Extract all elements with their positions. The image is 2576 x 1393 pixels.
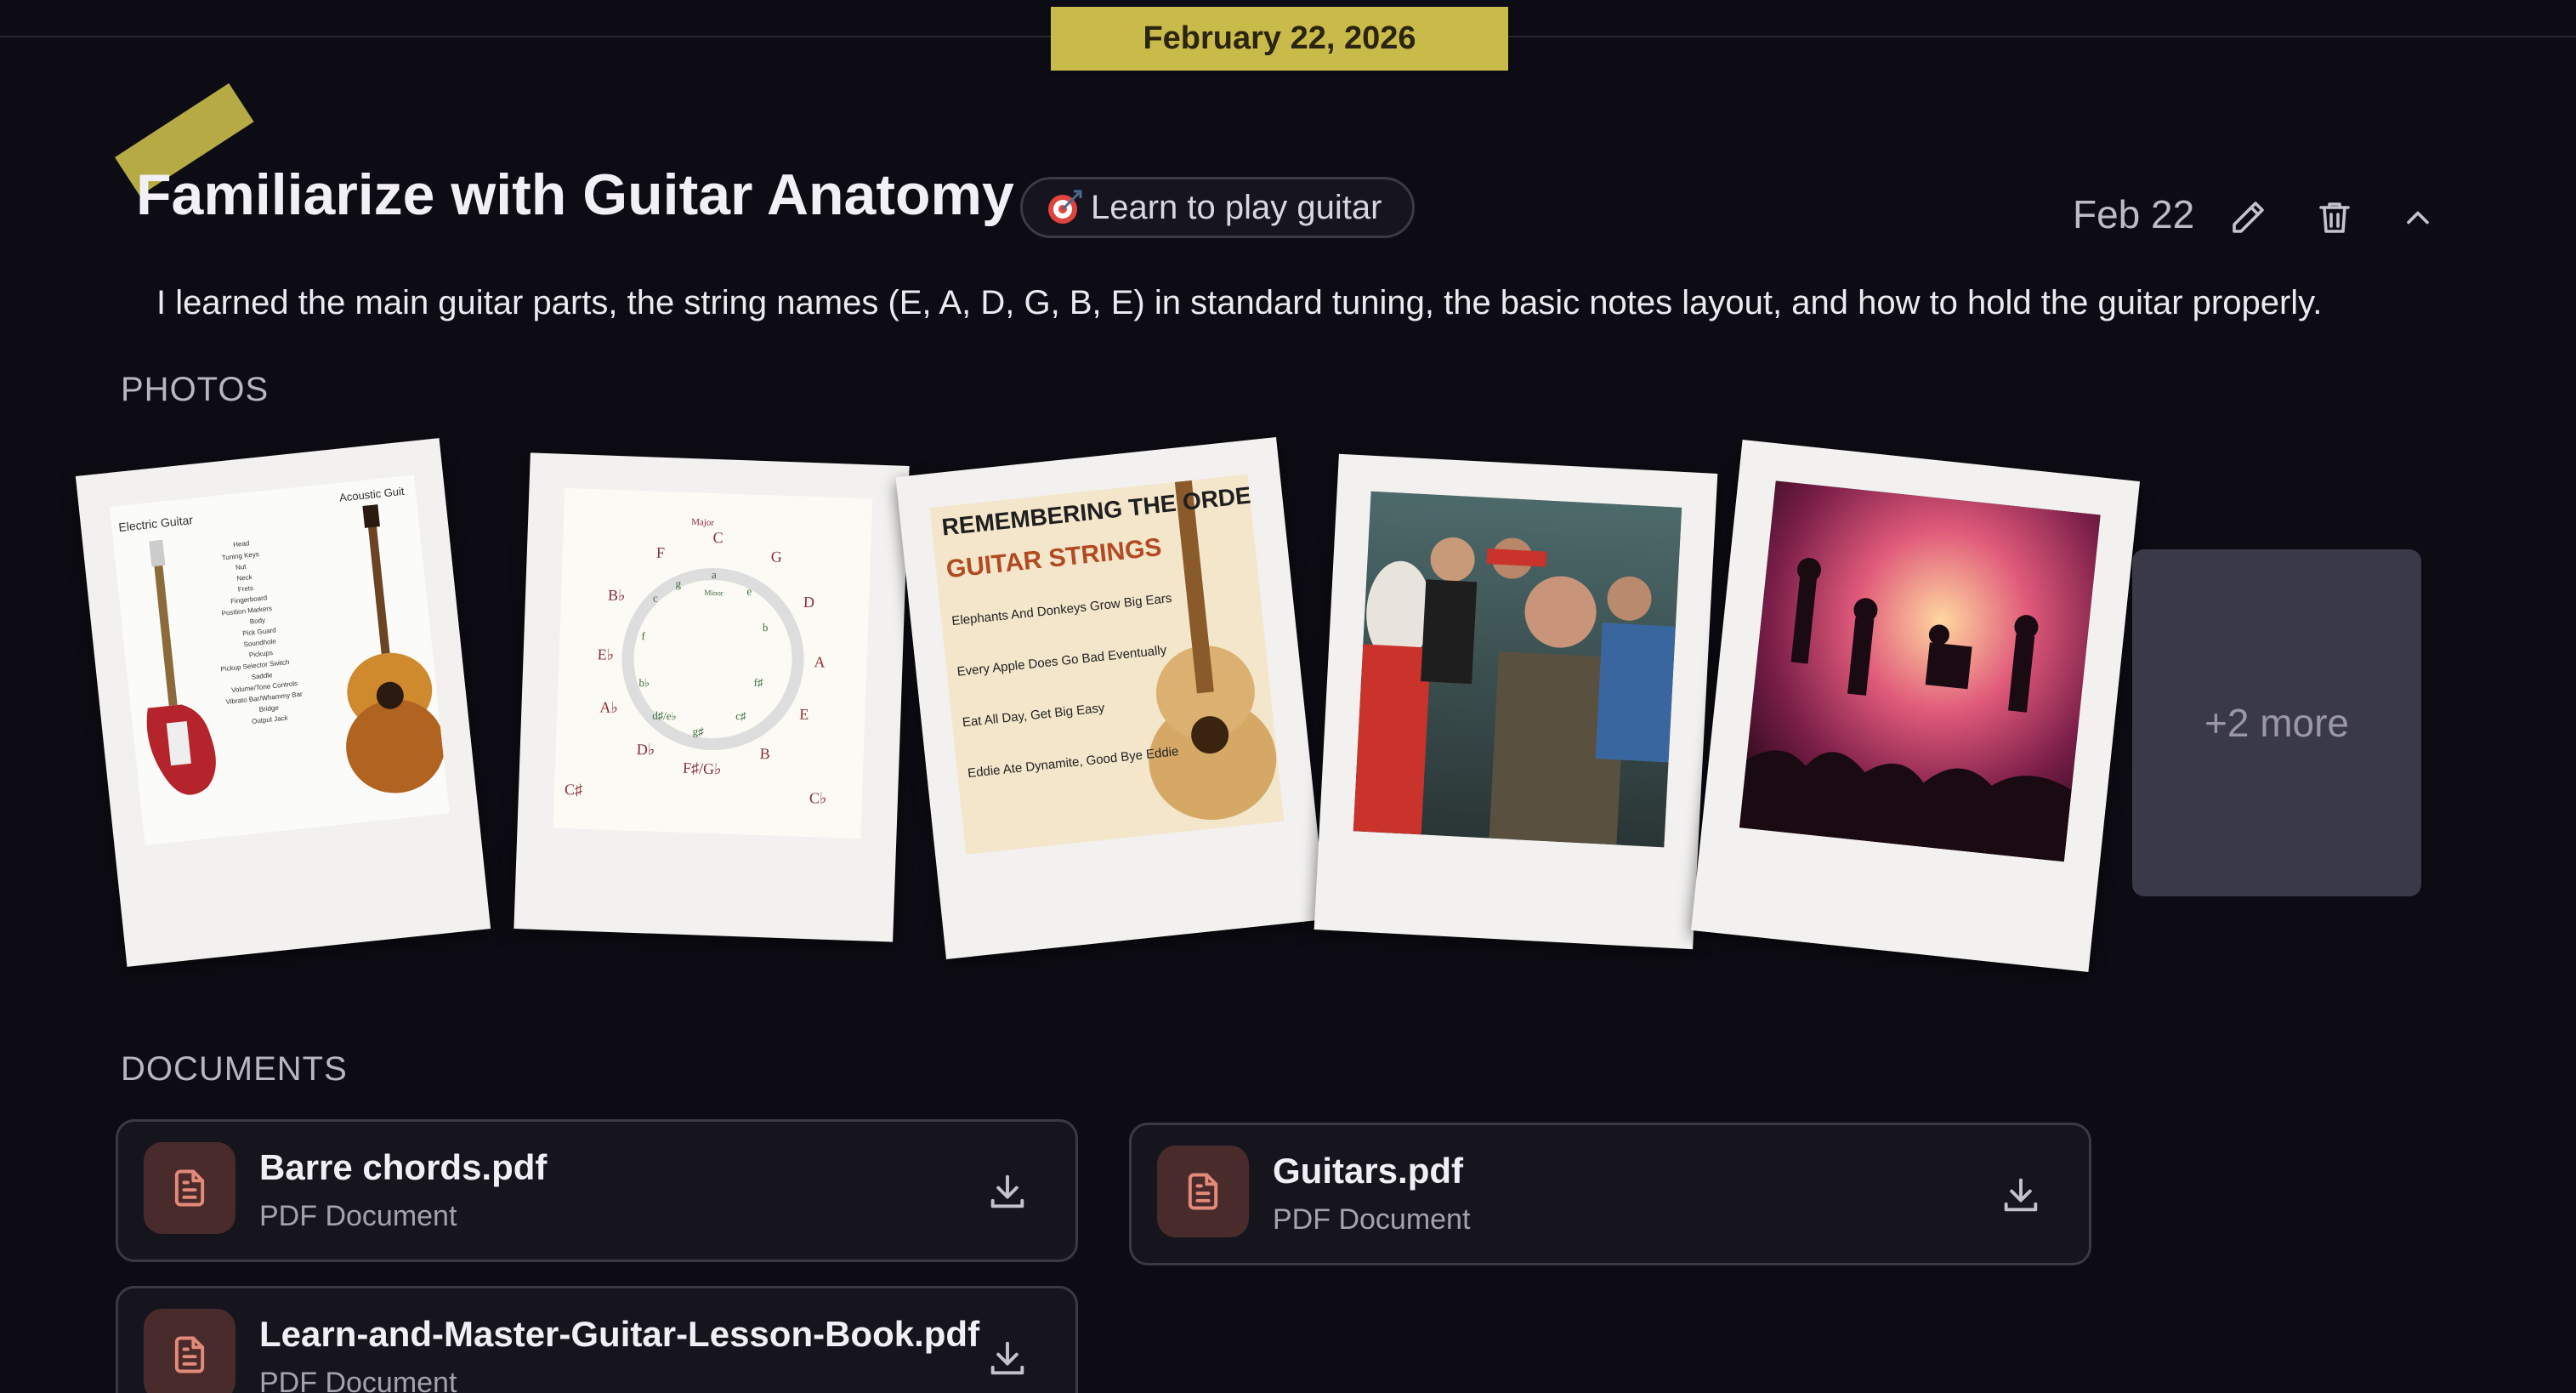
svg-text:Bridge: Bridge — [258, 704, 279, 714]
download-button[interactable] — [1995, 1169, 2046, 1220]
photos-heading: PHOTOS — [121, 371, 270, 408]
document-card[interactable]: Learn-and-Master-Guitar-Lesson-Book.pdf … — [116, 1286, 1078, 1393]
svg-text:C♭: C♭ — [809, 789, 827, 807]
svg-text:Nut: Nut — [235, 563, 247, 571]
document-type: PDF Document — [1273, 1203, 1471, 1236]
entry-description: I learned the main guitar parts, the str… — [156, 284, 2323, 321]
svg-text:Tuning Keys: Tuning Keys — [221, 550, 259, 562]
svg-text:D♭: D♭ — [636, 741, 655, 759]
chevron-up-icon — [2399, 199, 2437, 236]
file-text-icon — [1157, 1146, 1249, 1237]
svg-text:Electric Guitar: Electric Guitar — [118, 513, 194, 534]
svg-text:Frets: Frets — [237, 584, 253, 594]
svg-text:Saddle: Saddle — [251, 671, 273, 681]
svg-text:f♯: f♯ — [753, 676, 763, 689]
svg-text:F: F — [656, 544, 666, 561]
trash-icon — [2314, 197, 2355, 238]
svg-text:Output Jack: Output Jack — [252, 714, 289, 725]
photo-thumbnail[interactable] — [1314, 453, 1718, 950]
download-icon — [985, 1336, 1030, 1380]
document-name: Barre chords.pdf — [259, 1147, 548, 1187]
guitar-anatomy-image: Electric Guitar Acoustic Guit Head Tunin… — [109, 475, 450, 845]
svg-text:D: D — [803, 594, 815, 611]
svg-text:b: b — [763, 621, 769, 634]
svg-text:C♯: C♯ — [565, 781, 583, 799]
photo-thumbnail[interactable]: Major C G D A E B F♯/G♭ D♭ A♭ E♭ B♭ F C♯… — [513, 452, 910, 942]
document-card[interactable]: Barre chords.pdf PDF Document — [116, 1119, 1078, 1262]
document-name: Learn-and-Master-Guitar-Lesson-Book.pdf — [259, 1314, 980, 1354]
goal-chip[interactable]: Learn to play guitar — [1020, 177, 1415, 238]
svg-text:B♭: B♭ — [608, 587, 626, 605]
svg-text:e: e — [746, 584, 752, 597]
svg-text:g: g — [675, 577, 682, 589]
photo-thumbnail[interactable]: Electric Guitar Acoustic Guit Head Tunin… — [75, 438, 491, 967]
document-type: PDF Document — [259, 1200, 457, 1232]
svg-text:Pickups: Pickups — [248, 649, 273, 659]
download-icon — [1999, 1173, 2043, 1217]
svg-text:Body: Body — [249, 617, 265, 626]
delete-button[interactable] — [2309, 192, 2360, 243]
date-banner: February 22, 2026 — [1051, 7, 1508, 71]
svg-text:c: c — [653, 592, 659, 605]
document-type: PDF Document — [259, 1367, 457, 1393]
photo-thumbnail[interactable]: REMEMBERING THE ORDER OF GUITAR STRINGS … — [895, 437, 1327, 959]
string-order-poster-image: REMEMBERING THE ORDER OF GUITAR STRINGS … — [929, 474, 1285, 855]
download-button[interactable] — [982, 1166, 1033, 1217]
circle-of-fifths-image: Major C G D A E B F♯/G♭ D♭ A♭ E♭ B♭ F C♯… — [553, 487, 873, 839]
more-photos-button[interactable]: +2 more — [2132, 549, 2421, 896]
concert-photo-image — [1739, 480, 2101, 862]
document-name: Guitars.pdf — [1273, 1151, 1464, 1191]
file-text-icon — [144, 1142, 235, 1234]
svg-text:c♯: c♯ — [735, 709, 746, 722]
entry-date: Feb 22 — [2073, 192, 2195, 236]
svg-text:E: E — [799, 706, 809, 723]
band-photo-image — [1353, 491, 1682, 848]
target-icon — [1045, 188, 1084, 227]
svg-text:C: C — [712, 529, 723, 546]
svg-text:f: f — [641, 629, 646, 642]
svg-text:g♯: g♯ — [692, 725, 704, 737]
entry-title: Familiarize with Guitar Anatomy — [136, 162, 1014, 227]
collapse-button[interactable] — [2392, 192, 2443, 243]
svg-text:Minor: Minor — [704, 588, 723, 598]
svg-text:A: A — [814, 653, 826, 670]
svg-text:Head: Head — [233, 539, 250, 549]
svg-text:Major: Major — [691, 517, 715, 528]
svg-text:G: G — [770, 548, 782, 565]
download-button[interactable] — [982, 1333, 1033, 1384]
svg-text:d♯/e♭: d♯/e♭ — [652, 709, 677, 723]
file-text-icon — [144, 1309, 235, 1393]
pencil-icon — [2227, 197, 2268, 238]
svg-text:E♭: E♭ — [597, 645, 614, 663]
svg-text:Soundhole: Soundhole — [243, 637, 277, 648]
svg-text:A♭: A♭ — [599, 698, 618, 716]
document-card[interactable]: Guitars.pdf PDF Document — [1129, 1123, 2091, 1265]
download-icon — [985, 1169, 1030, 1214]
svg-text:Fingerboard: Fingerboard — [230, 594, 268, 605]
svg-text:b♭: b♭ — [638, 676, 650, 689]
documents-heading: DOCUMENTS — [121, 1050, 348, 1088]
edit-button[interactable] — [2222, 192, 2273, 243]
svg-text:Neck: Neck — [236, 573, 253, 583]
svg-text:Pickup Selector Switch: Pickup Selector Switch — [220, 658, 290, 673]
svg-text:Pick Guard: Pick Guard — [242, 626, 276, 637]
svg-text:a: a — [712, 568, 718, 581]
photo-thumbnail[interactable] — [1690, 440, 2141, 972]
svg-text:Acoustic Guit: Acoustic Guit — [338, 485, 405, 504]
svg-text:B: B — [759, 745, 770, 762]
goal-chip-label: Learn to play guitar — [1091, 188, 1382, 226]
svg-text:F♯/G♭: F♯/G♭ — [683, 759, 722, 778]
